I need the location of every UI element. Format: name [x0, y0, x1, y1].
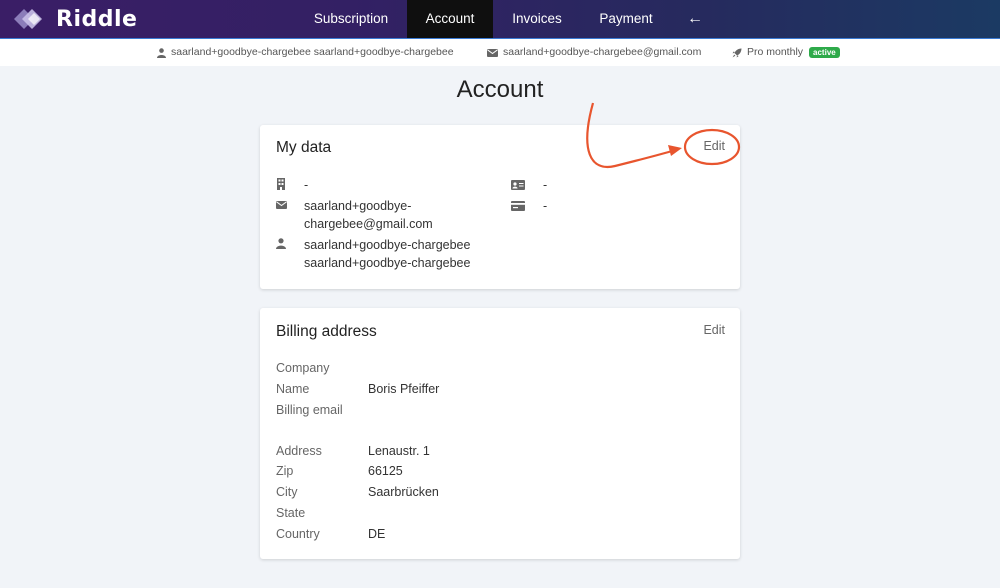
my-data-email-line1: saarland+goodbye- — [304, 199, 412, 213]
info-email-text: saarland+goodbye-chargebee@gmail.com — [503, 46, 702, 58]
page-title: Account — [456, 76, 544, 103]
label-address: Address — [276, 444, 322, 458]
value-zip: 66125 — [368, 464, 403, 478]
info-user-text: saarland+goodbye-chargebee saarland+good… — [171, 46, 454, 58]
logo-icon — [14, 9, 42, 29]
my-data-company: - — [304, 178, 309, 192]
my-data-name-line2: saarland+goodbye-chargebee — [304, 256, 471, 270]
back-arrow-icon[interactable]: ← — [678, 0, 712, 38]
my-data-title: My data — [276, 139, 332, 156]
nav-account[interactable]: Account — [407, 0, 493, 38]
nav-subscription[interactable]: Subscription — [298, 0, 404, 38]
my-data-email-line2: chargebee@gmail.com — [304, 217, 433, 231]
status-badge: active — [809, 47, 840, 58]
my-data-id: - — [543, 178, 548, 192]
id-card-icon — [511, 180, 525, 190]
nav-payment[interactable]: Payment — [584, 0, 668, 38]
credit-card-icon — [511, 201, 525, 211]
value-address: Lenaustr. 1 — [368, 444, 430, 458]
user-icon — [276, 238, 286, 249]
envelope-icon — [487, 48, 498, 57]
label-state: State — [276, 506, 306, 520]
user-icon — [157, 47, 166, 58]
my-data-vat: - — [543, 199, 548, 213]
riddle-logo[interactable]: Riddle — [10, 6, 137, 32]
my-data-card: My data Edit - saarland+goodbye- chargeb… — [260, 125, 740, 289]
top-navigation: Riddle Subscription Account Invoices Pay… — [0, 0, 1000, 38]
value-name: Boris Pfeiffer — [368, 382, 440, 396]
label-billing-email: Billing email — [276, 403, 343, 417]
info-email: saarland+goodbye-chargebee@gmail.com — [487, 39, 701, 66]
info-plan: Pro monthly active — [732, 39, 840, 66]
value-city: Saarbrücken — [368, 485, 439, 499]
nav-invoices[interactable]: Invoices — [500, 0, 574, 38]
label-name: Name — [276, 382, 310, 396]
envelope-icon — [276, 201, 287, 209]
info-user: saarland+goodbye-chargebee saarland+good… — [157, 39, 454, 66]
billing-address-card: Billing address Edit Company Name Boris … — [260, 308, 740, 559]
building-icon — [277, 178, 285, 190]
my-data-name: saarland+goodbye-chargebee saarland+good… — [304, 236, 470, 272]
label-country: Country — [276, 527, 320, 541]
plan-name: Pro monthly — [747, 46, 804, 58]
billing-edit-button[interactable]: Edit — [703, 323, 725, 337]
label-company: Company — [276, 361, 330, 375]
my-data-name-line1: saarland+goodbye-chargebee — [304, 238, 471, 252]
label-city: City — [276, 485, 298, 499]
logo-text: Riddle — [56, 6, 138, 32]
account-info-bar: saarland+goodbye-chargebee saarland+good… — [0, 38, 1000, 66]
billing-address-title: Billing address — [276, 323, 377, 340]
rocket-icon — [732, 48, 742, 57]
label-zip: Zip — [276, 464, 294, 478]
value-country: DE — [368, 527, 386, 541]
my-data-edit-button[interactable]: Edit — [703, 139, 725, 153]
my-data-email: saarland+goodbye- chargebee@gmail.com — [304, 197, 433, 233]
